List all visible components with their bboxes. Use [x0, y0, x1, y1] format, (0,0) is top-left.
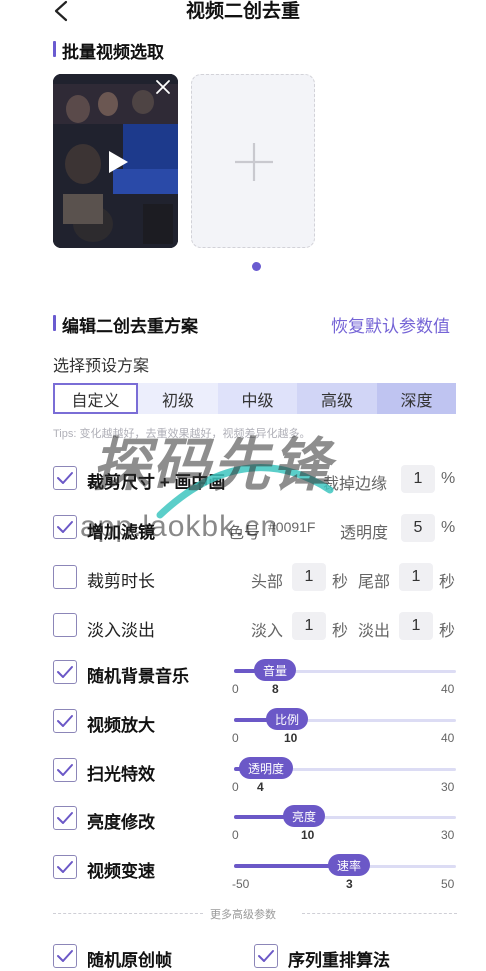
random-frame-checkbox[interactable]	[53, 944, 77, 968]
fade-out-unit: 秒	[439, 623, 456, 640]
close-icon[interactable]	[154, 78, 172, 96]
tab-deep[interactable]: 深度	[377, 383, 456, 414]
filter-unit: %	[441, 519, 456, 536]
page-title: 视频二创去重	[185, 1, 300, 22]
music-checkbox[interactable]	[53, 660, 77, 684]
tab-custom[interactable]: 自定义	[53, 383, 138, 414]
play-icon[interactable]	[102, 147, 132, 177]
fade-out-input[interactable]: 1	[399, 612, 433, 640]
speed-value-label: 3	[346, 877, 353, 891]
plus-icon	[234, 142, 274, 182]
video-thumbnail[interactable]	[53, 74, 178, 248]
zoom-min-label: 0	[232, 731, 239, 745]
more-advanced-label[interactable]: 更多高级参数	[0, 906, 486, 922]
fade-in-input[interactable]: 1	[292, 612, 326, 640]
sweep-value-label: 4	[257, 780, 264, 794]
filter-opacity-input[interactable]: 5	[401, 514, 435, 542]
fade-out-label: 淡出	[358, 623, 391, 640]
tab-advanced[interactable]: 高级	[297, 383, 377, 414]
add-video-button[interactable]	[191, 74, 315, 248]
zoom-label: 视频放大	[87, 716, 155, 735]
trim-checkbox[interactable]	[53, 565, 77, 589]
music-label: 随机背景音乐	[87, 667, 189, 686]
crop-margin-input[interactable]: 1	[401, 465, 435, 493]
watermark-text: 探码先锋	[92, 433, 333, 498]
zoom-value-label: 10	[284, 731, 298, 745]
restore-defaults-link[interactable]: 恢复默认参数值	[331, 312, 450, 337]
zoom-slider-handle[interactable]: 比例	[266, 708, 309, 730]
fade-label: 淡入淡出	[87, 621, 155, 640]
filter-opacity-label: 透明度	[340, 525, 389, 542]
brightness-value-label: 10	[301, 828, 315, 842]
reorder-checkbox[interactable]	[254, 944, 278, 968]
speed-label: 视频变速	[87, 862, 155, 881]
reorder-label: 序列重排算法	[288, 951, 390, 970]
fade-in-label: 淡入	[251, 623, 284, 640]
fade-checkbox[interactable]	[53, 613, 77, 637]
brightness-label: 亮度修改	[87, 813, 155, 832]
scheme-section-title: 编辑二创去重方案	[62, 317, 198, 336]
brightness-slider-handle[interactable]: 亮度	[283, 805, 326, 827]
sweep-slider-handle[interactable]: 透明度	[239, 757, 294, 779]
brightness-max-label: 30	[441, 828, 455, 842]
fade-in-unit: 秒	[332, 623, 349, 640]
sweep-max-label: 30	[441, 780, 455, 794]
filter-checkbox[interactable]	[53, 515, 77, 539]
sweep-label: 扫光特效	[87, 765, 155, 784]
trim-label: 裁剪时长	[87, 572, 155, 591]
trim-head-label: 头部	[251, 574, 284, 591]
section-accent-bar	[53, 315, 56, 331]
speed-max-label: 50	[441, 877, 455, 891]
speed-checkbox[interactable]	[53, 855, 77, 879]
trim-head-unit: 秒	[332, 574, 349, 591]
preset-subtitle: 选择预设方案	[53, 358, 150, 375]
trim-tail-input[interactable]: 1	[399, 563, 433, 591]
brightness-min-label: 0	[232, 828, 239, 842]
tab-basic[interactable]: 初级	[138, 383, 218, 414]
music-min-label: 0	[232, 682, 239, 696]
brightness-checkbox[interactable]	[53, 806, 77, 830]
watermark-url: app.laokbk.cn	[80, 510, 279, 543]
music-value-label: 8	[272, 682, 279, 696]
music-max-label: 40	[441, 682, 455, 696]
random-frame-label: 随机原创帧	[87, 951, 172, 970]
divider-right	[302, 913, 457, 914]
speed-min-label: -50	[232, 877, 250, 891]
pager-dot	[252, 262, 261, 271]
zoom-max-label: 40	[441, 731, 455, 745]
trim-head-input[interactable]: 1	[292, 563, 326, 591]
sweep-checkbox[interactable]	[53, 758, 77, 782]
tab-intermediate[interactable]: 中级	[218, 383, 297, 414]
music-slider-handle[interactable]: 音量	[254, 659, 297, 681]
section-accent-bar	[53, 41, 56, 57]
speed-slider-handle[interactable]: 速率	[328, 854, 371, 876]
batch-section-title: 批量视频选取	[62, 43, 164, 62]
preset-tabs: 自定义 初级 中级 高级 深度	[53, 383, 456, 414]
zoom-checkbox[interactable]	[53, 709, 77, 733]
trim-tail-label: 尾部	[358, 574, 391, 591]
sweep-min-label: 0	[232, 780, 239, 794]
crop-unit: %	[441, 470, 456, 487]
crop-checkbox[interactable]	[53, 466, 77, 490]
trim-tail-unit: 秒	[439, 574, 456, 591]
